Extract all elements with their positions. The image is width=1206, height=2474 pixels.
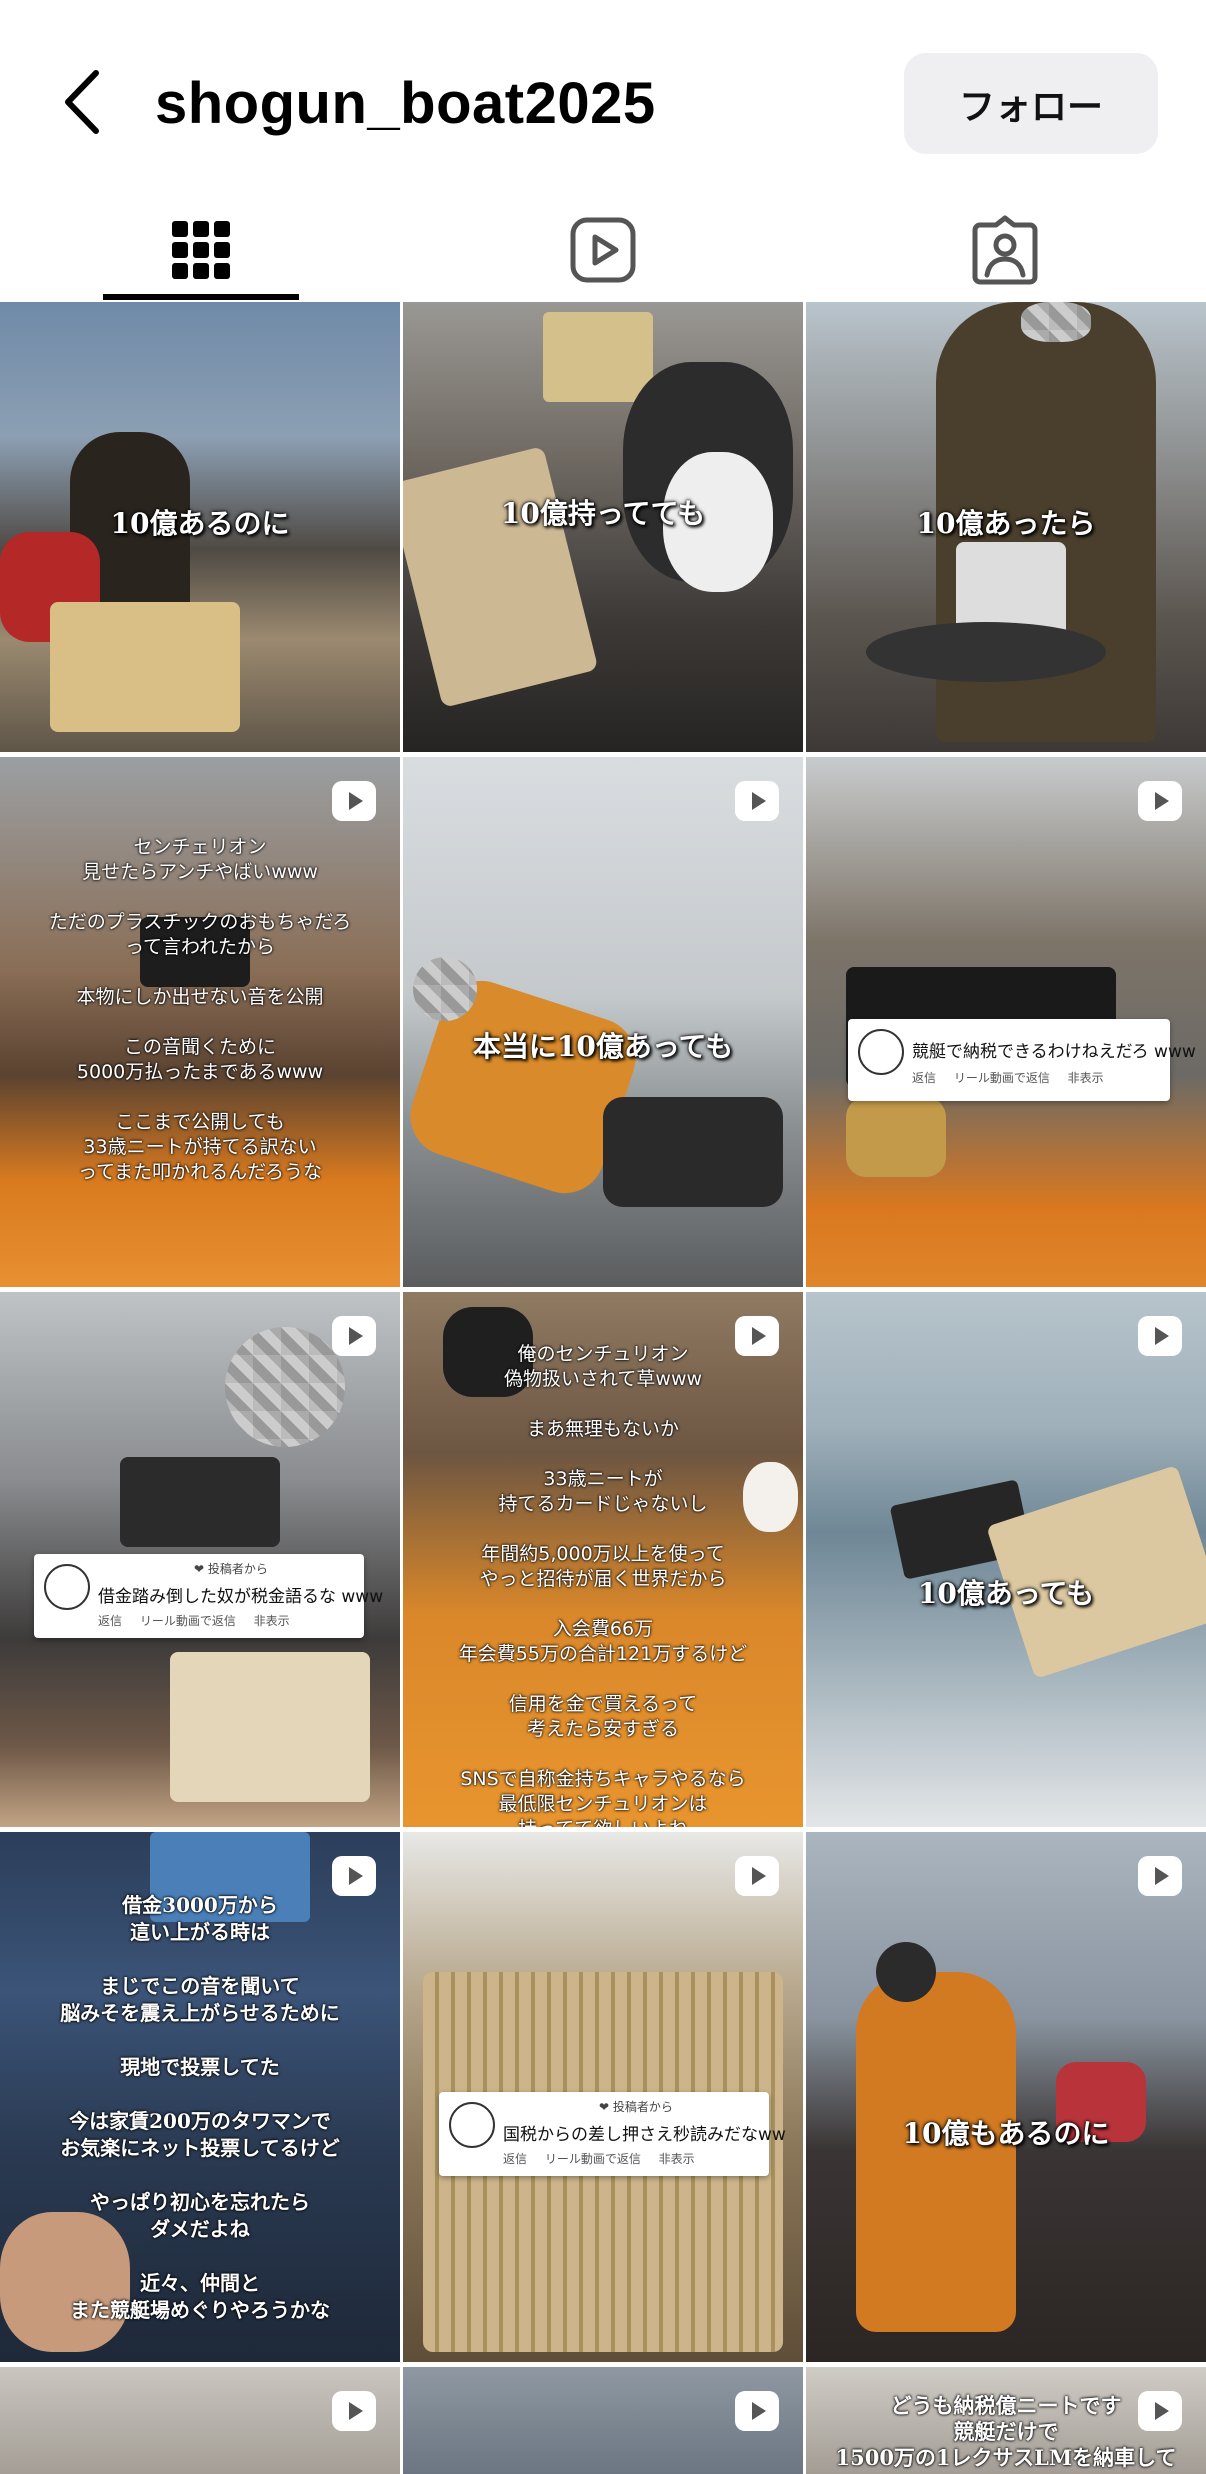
comment-avatar: [858, 1029, 904, 1075]
reel-indicator-icon: [735, 781, 779, 821]
profile-username: shogun_boat2025: [155, 71, 656, 136]
comment-text: 競艇で納税できるわけねえだろ www: [912, 1042, 1196, 1062]
post-thumbnail[interactable]: 10億あっても: [806, 1292, 1206, 1827]
cash-stacks: [50, 602, 240, 732]
tagged-person-icon: [972, 215, 1038, 285]
post-thumbnail[interactable]: 借金3000万から 這い上がる時は まじでこの音を聞いて 脳みそを震え上がらせる…: [0, 1832, 400, 2362]
post-caption: 借金3000万から 這い上がる時は まじでこの音を聞いて 脳みそを震え上がらせる…: [60, 1893, 340, 2322]
tab-tagged[interactable]: [804, 200, 1206, 300]
person-orange-suit: [856, 1972, 1016, 2332]
reel-indicator-icon: [332, 1316, 376, 1356]
post-thumbnail[interactable]: 10億あるのに: [0, 302, 400, 752]
back-button[interactable]: [52, 62, 112, 142]
tab-posts[interactable]: [0, 200, 402, 300]
post-caption: 10億もあるのに: [902, 2117, 1110, 2150]
bags: [603, 1097, 783, 1207]
comment-meta: 返信 リール動画で返信 非表示: [503, 2152, 695, 2166]
post-caption: 10億あったら: [916, 507, 1096, 540]
table: [866, 622, 1106, 682]
comment-text: 借金踏み倒した奴が税金語るな www: [98, 1587, 384, 1607]
reel-indicator-icon: [735, 2391, 779, 2431]
pixelated-face: [225, 1327, 345, 1447]
comment-from: ❤ 投稿者から: [599, 2100, 673, 2114]
post-caption: 10億あっても: [917, 1577, 1095, 1610]
comment-text: 国税からの差し押さえ秒読みだなww: [503, 2125, 786, 2145]
post-caption: 10億持ってても: [500, 497, 706, 530]
follow-button[interactable]: フォロー: [904, 53, 1158, 154]
post-thumbnail[interactable]: センチェリオン 見せたらアンチやばいwww ただのプラスチックのおもちゃだろ っ…: [0, 757, 400, 1287]
reels-icon: [570, 217, 636, 283]
post-thumbnail[interactable]: [403, 2367, 803, 2474]
comment-avatar: [449, 2102, 495, 2148]
reel-indicator-icon: [1138, 1316, 1182, 1356]
profile-tabs: [0, 200, 1206, 300]
post-thumbnail[interactable]: 競艇で納税できるわけねえだろ www 返信 リール動画で返信 非表示: [806, 757, 1206, 1287]
profile-header: shogun_boat2025 フォロー: [0, 0, 1206, 200]
post-caption: 本当に10億あっても: [472, 1030, 734, 1063]
tab-reels[interactable]: [402, 200, 804, 300]
amex-card: [120, 1457, 280, 1547]
post-caption: 10億あるのに: [110, 507, 290, 540]
grid-icon: [172, 221, 230, 279]
post-thumbnail[interactable]: 10億もあるのに: [806, 1832, 1206, 2362]
cash-bundle: [170, 1652, 370, 1802]
reel-indicator-icon: [1138, 2391, 1182, 2431]
post-thumbnail[interactable]: 本当に10億あっても: [403, 757, 803, 1287]
head: [876, 1942, 936, 2002]
gold-watch: [846, 1097, 946, 1177]
comment-sticker: ❤ 投稿者から 借金踏み倒した奴が税金語るな www 返信 リール動画で返信 非…: [34, 1554, 383, 1638]
post-thumbnail[interactable]: どうも納税億ニートです 競艇だけで 1500万の1レクサスLMを納車して: [806, 2367, 1206, 2474]
reel-indicator-icon: [1138, 1856, 1182, 1896]
reel-indicator-icon: [332, 781, 376, 821]
post-thumbnail[interactable]: 10億持ってても: [403, 302, 803, 752]
pixelated-face: [413, 957, 477, 1021]
reel-indicator-icon: [1138, 781, 1182, 821]
post-caption: 俺のセンチュリオン 偽物扱いされて草www まあ無理もないか 33歳ニートが 持…: [458, 1343, 748, 1827]
post-thumbnail[interactable]: ❤ 投稿者から 借金踏み倒した奴が税金語るな www 返信 リール動画で返信 非…: [0, 1292, 400, 1827]
comment-sticker: 競艇で納税できるわけねえだろ www 返信 リール動画で返信 非表示: [848, 1019, 1196, 1101]
reel-indicator-icon: [735, 1856, 779, 1896]
comment-from: ❤ 投稿者から: [194, 1562, 268, 1576]
post-caption: センチェリオン 見せたらアンチやばいwww ただのプラスチックのおもちゃだろ っ…: [48, 836, 352, 1183]
comment-sticker: ❤ 投稿者から 国税からの差し押さえ秒読みだなww 返信 リール動画で返信 非表…: [439, 2092, 786, 2176]
post-thumbnail[interactable]: 10億あったら: [806, 302, 1206, 752]
chevron-left-icon: [65, 70, 99, 134]
comment-avatar: [44, 1564, 90, 1610]
comment-meta: 返信 リール動画で返信 非表示: [98, 1614, 290, 1628]
reel-indicator-icon: [332, 2391, 376, 2431]
post-thumbnail[interactable]: ❤ 投稿者から 国税からの差し押さえ秒読みだなww 返信 リール動画で返信 非表…: [403, 1832, 803, 2362]
cash-stacks: [543, 312, 653, 402]
post-thumbnail[interactable]: 俺のセンチュリオン 偽物扱いされて草www まあ無理もないか 33歳ニートが 持…: [403, 1292, 803, 1827]
pixelated-face: [1021, 302, 1091, 342]
cash-bundle: [403, 446, 599, 708]
reel-indicator-icon: [332, 1856, 376, 1896]
reel-indicator-icon: [735, 1316, 779, 1356]
comment-meta: 返信 リール動画で返信 非表示: [912, 1071, 1104, 1085]
post-thumbnail[interactable]: [0, 2367, 400, 2474]
